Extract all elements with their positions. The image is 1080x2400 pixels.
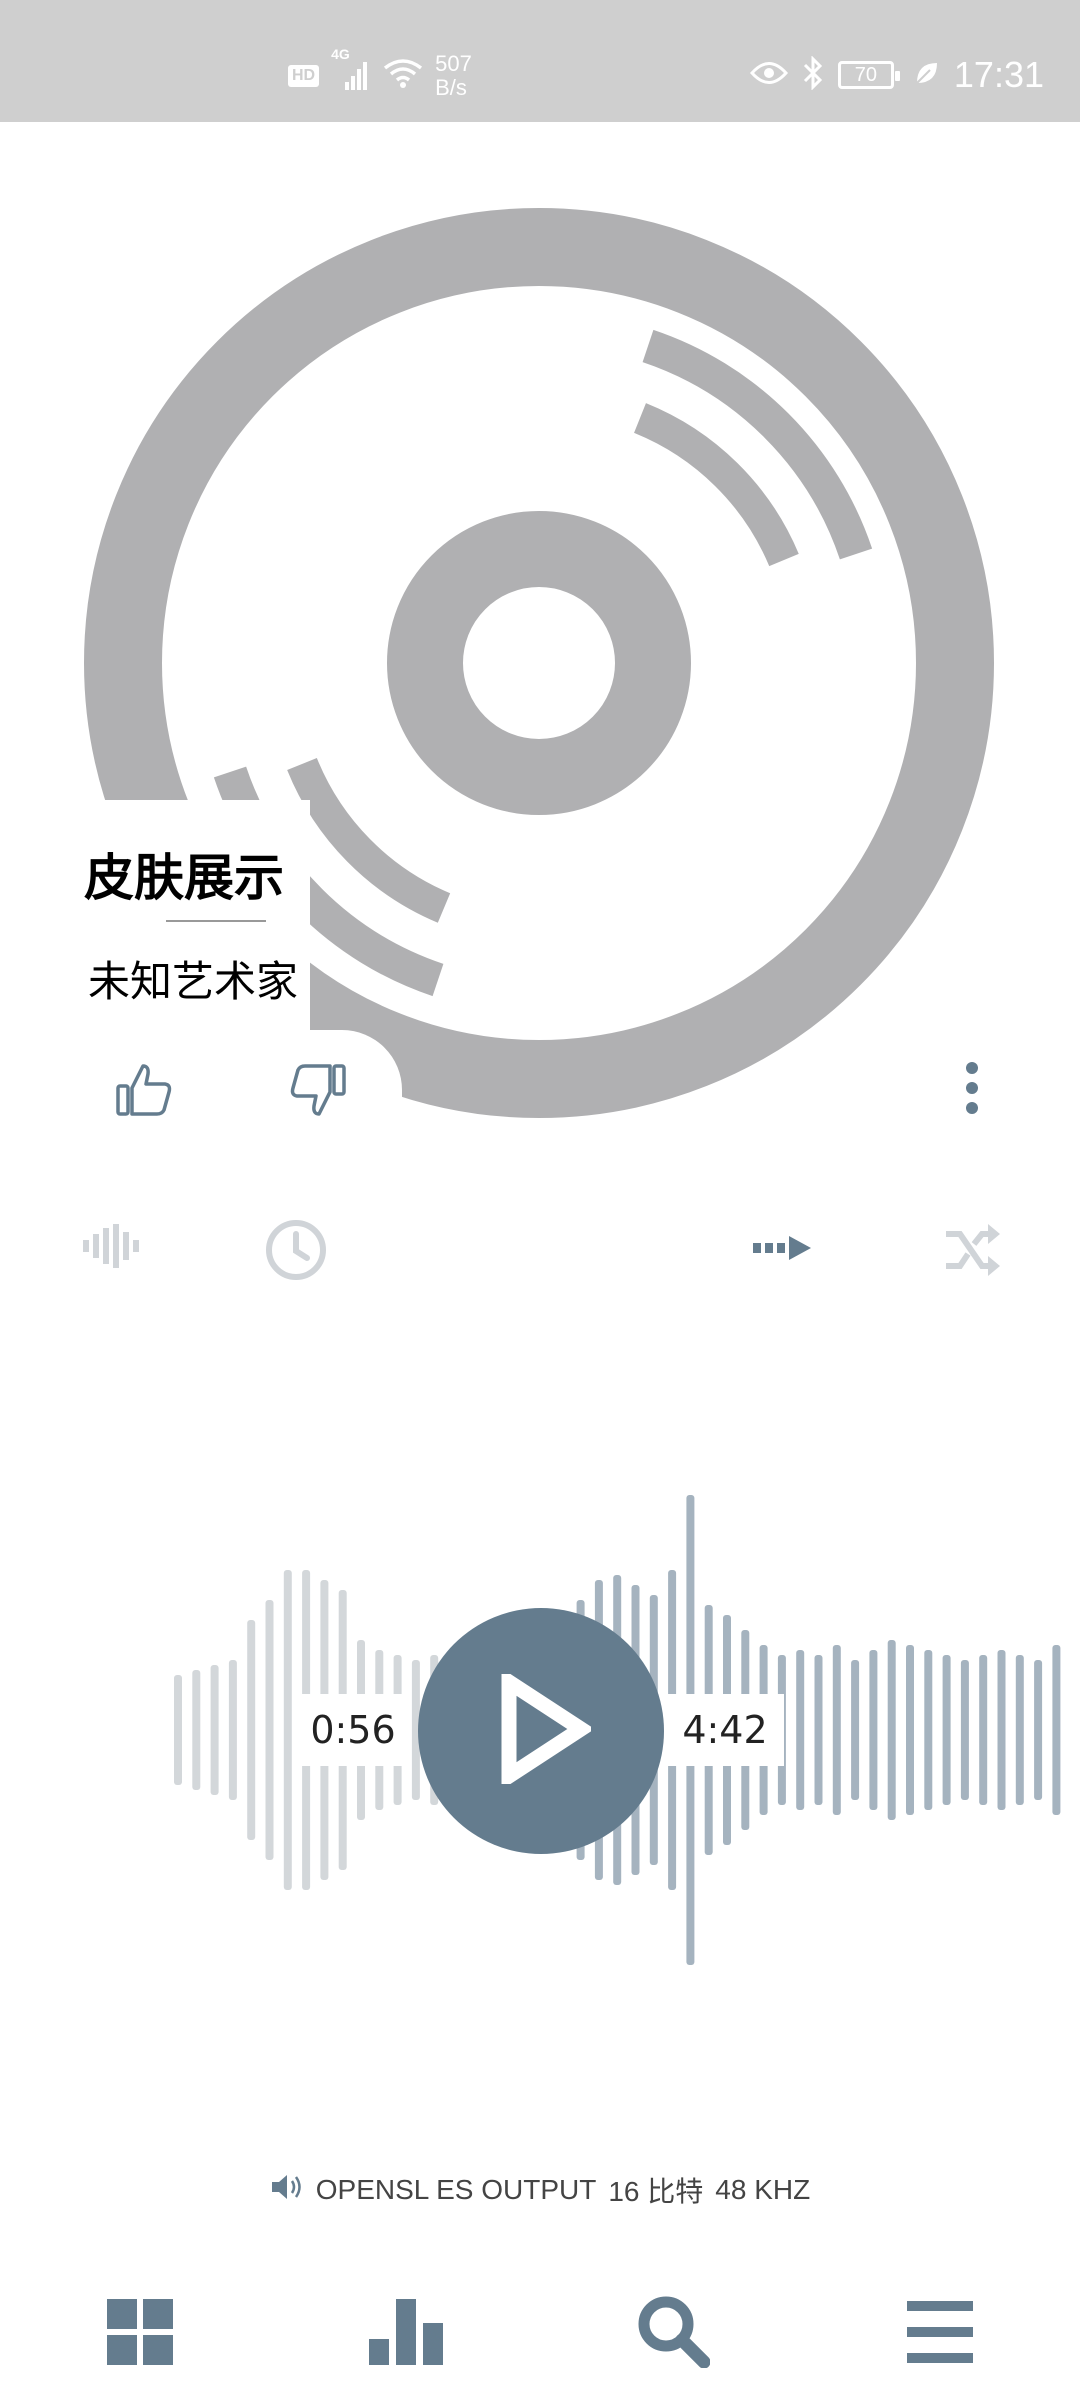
waveform-bar xyxy=(851,1660,860,1800)
play-icon xyxy=(491,1668,595,1790)
clock-icon xyxy=(264,1218,328,1286)
nav-search-button[interactable] xyxy=(630,2290,718,2378)
waveform-bar xyxy=(887,1640,896,1820)
nav-library-button[interactable] xyxy=(96,2290,184,2378)
thumbs-up-icon xyxy=(115,1062,173,1122)
grid-icon xyxy=(107,2299,173,2369)
song-artist[interactable]: 未知艺术家 xyxy=(88,948,298,1009)
bluetooth-icon xyxy=(802,55,824,94)
menu-icon xyxy=(907,2301,973,2367)
waveform-bar xyxy=(192,1670,201,1790)
search-icon xyxy=(638,2296,711,2372)
waveform-bar xyxy=(796,1650,805,1810)
repeat-order-icon xyxy=(751,1232,813,1268)
battery-indicator: 70 xyxy=(837,61,900,89)
visualizer-button[interactable] xyxy=(72,1216,152,1280)
output-sample-rate: 48 KHZ xyxy=(715,2174,811,2205)
wifi-icon xyxy=(383,58,423,94)
waveform-bar xyxy=(979,1655,988,1805)
status-bar-left: HD 4G 507 B/s xyxy=(288,46,472,100)
waveform-bar xyxy=(265,1600,274,1860)
nav-menu-button[interactable] xyxy=(896,2290,984,2378)
hd-badge: HD xyxy=(288,65,320,87)
waveform-bar xyxy=(814,1655,823,1805)
eye-icon xyxy=(749,60,788,90)
waveform-bar xyxy=(906,1645,914,1815)
more-options-button[interactable] xyxy=(944,1052,1000,1128)
dislike-button[interactable] xyxy=(282,1056,354,1128)
signal-icon: 4G xyxy=(331,46,371,92)
total-time: 4:42 xyxy=(666,1694,784,1766)
song-title: 皮肤展示 xyxy=(84,849,284,907)
bottom-navigation xyxy=(0,2280,1080,2400)
play-button[interactable] xyxy=(418,1608,664,1854)
waveform-bar xyxy=(247,1620,256,1840)
waveform-bar xyxy=(997,1650,1006,1810)
waveform-bar xyxy=(1034,1660,1043,1800)
waveform-icon xyxy=(81,1224,143,1272)
thumbs-down-icon xyxy=(289,1062,347,1122)
shuffle-icon xyxy=(942,1220,1002,1284)
waveform-bar xyxy=(924,1650,933,1810)
more-vertical-icon xyxy=(964,1060,980,1120)
elapsed-time: 0:56 xyxy=(300,1694,406,1766)
network-speed: 507 B/s xyxy=(435,52,472,100)
audio-output-info: OPENSL ES OUTPUT 16 比特 48 KHZ xyxy=(0,2170,1080,2210)
shuffle-button[interactable] xyxy=(934,1214,1010,1290)
waveform-bar xyxy=(869,1650,878,1810)
waveform-bar xyxy=(1015,1655,1024,1805)
waveform-bar xyxy=(960,1660,969,1800)
repeat-mode-button[interactable] xyxy=(746,1222,818,1278)
waveform-bar xyxy=(283,1570,292,1890)
status-bar: HD 4G 507 B/s 70 17:31 xyxy=(0,0,1080,122)
waveform-bar xyxy=(228,1660,237,1800)
waveform-bar xyxy=(210,1665,219,1795)
network-type-label: 4G xyxy=(331,46,350,62)
waveform-bar xyxy=(1052,1645,1061,1815)
network-speed-value: 507 xyxy=(435,51,472,76)
output-bit-depth: 16 比特 xyxy=(608,2176,704,2207)
nav-stats-button[interactable] xyxy=(362,2290,450,2378)
bar-chart-icon xyxy=(367,2299,445,2369)
leaf-icon xyxy=(914,60,940,90)
waveform-bar xyxy=(174,1675,182,1785)
status-bar-right: 70 17:31 xyxy=(749,54,1044,96)
sleep-timer-button[interactable] xyxy=(258,1214,334,1290)
waveform-bar xyxy=(832,1645,841,1815)
title-divider xyxy=(166,920,266,922)
status-time: 17:31 xyxy=(953,54,1044,95)
output-driver: OPENSL ES OUTPUT xyxy=(315,2174,597,2205)
like-button[interactable] xyxy=(108,1056,180,1128)
network-speed-unit: B/s xyxy=(435,75,467,100)
waveform-bar xyxy=(942,1655,951,1805)
speaker-icon xyxy=(270,2173,304,2208)
